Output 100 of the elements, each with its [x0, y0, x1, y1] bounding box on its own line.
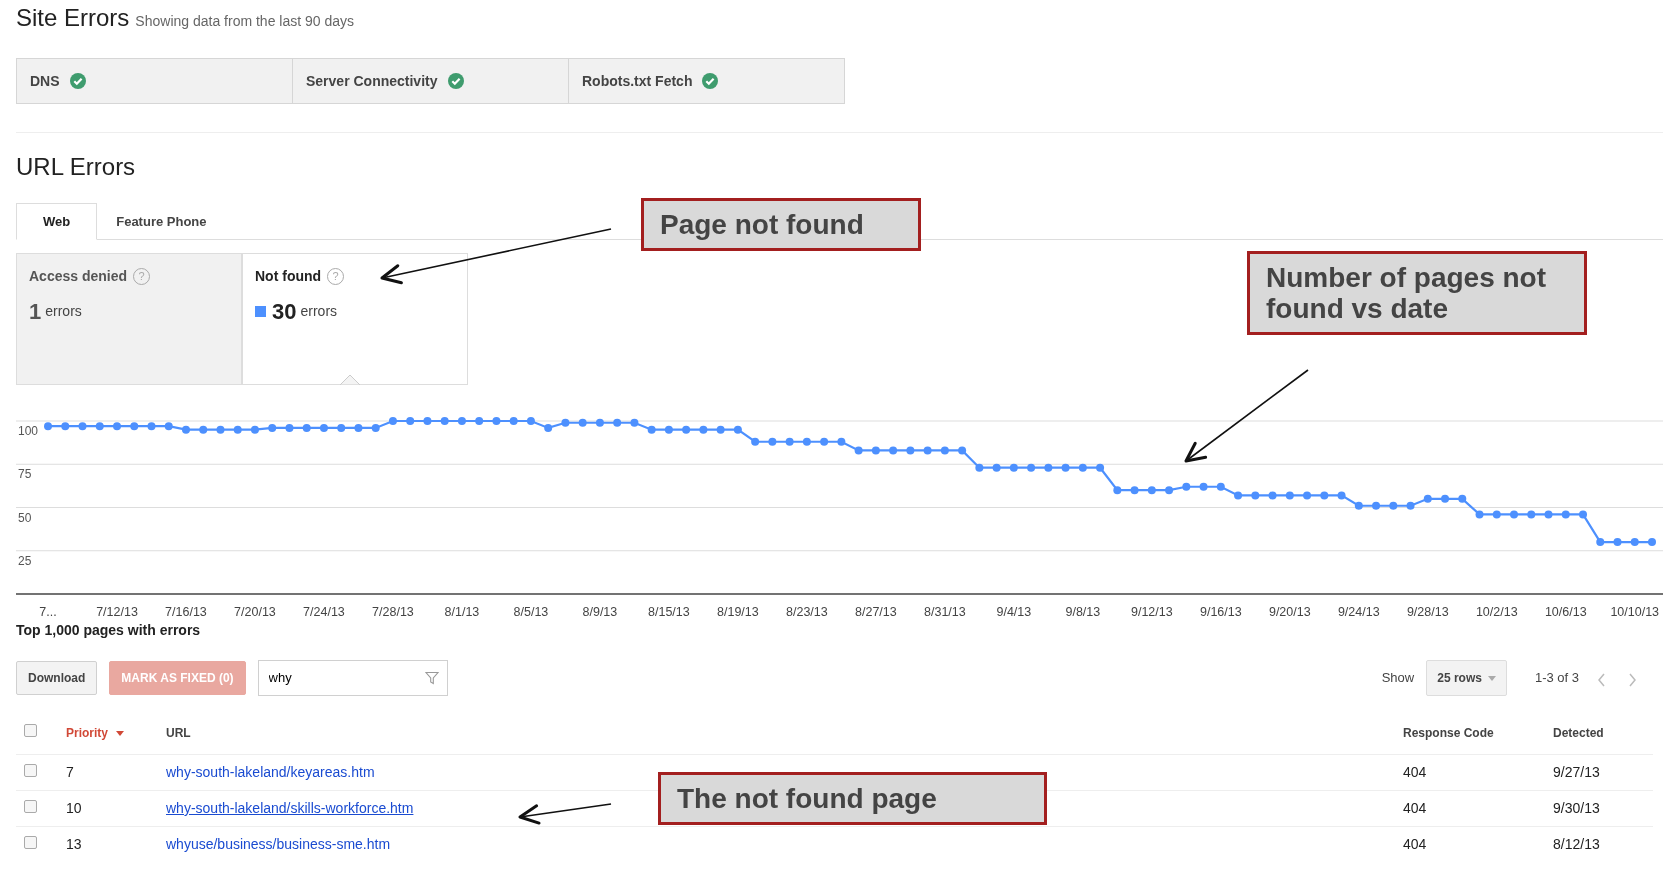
x-tick-label: 8/23/13: [786, 605, 828, 618]
data-point: [544, 423, 553, 432]
x-tick-label: 8/31/13: [924, 605, 966, 618]
data-point: [1061, 463, 1070, 472]
x-tick-label: 7/12/13: [96, 605, 138, 618]
status-label: DNS: [30, 71, 60, 91]
tab[interactable]: Feature Phone: [97, 203, 226, 240]
data-point: [1630, 538, 1639, 547]
checkbox[interactable]: [24, 836, 37, 849]
metric-label: Access denied: [29, 267, 128, 286]
x-tick-label: 10/2/13: [1475, 605, 1518, 618]
rows-dropdown[interactable]: 25 rows: [1426, 660, 1507, 696]
data-point: [1372, 501, 1381, 510]
data-point: [1613, 538, 1622, 547]
data-point: [182, 425, 190, 434]
data-point: [1044, 463, 1053, 472]
data-point: [371, 423, 380, 432]
data-point: [95, 422, 104, 431]
data-point: [440, 417, 449, 425]
data-point: [940, 446, 949, 455]
url-link[interactable]: why-south-lakeland/skills-workforce.htm: [166, 800, 414, 816]
data-point: [1078, 463, 1087, 472]
detected-date: 9/30/13: [1553, 800, 1600, 816]
data-point: [164, 422, 173, 431]
data-point: [768, 437, 777, 446]
data-point: [1147, 486, 1156, 495]
data-point: [647, 425, 656, 434]
data-point: [1165, 486, 1174, 495]
error-count: 1: [29, 298, 42, 326]
data-point: [630, 418, 639, 427]
pointer-notch: [340, 375, 360, 385]
data-point: [423, 417, 432, 425]
filter-icon[interactable]: [424, 671, 439, 685]
column-header[interactable]: Priority: [66, 724, 124, 742]
x-tick-label: 8/27/13: [855, 605, 897, 618]
x-tick-label: 8/5/13: [513, 605, 549, 618]
download-button[interactable]: Download: [16, 661, 98, 695]
data-point: [1251, 491, 1260, 500]
x-tick-label: 9/20/13: [1268, 605, 1311, 618]
column-header[interactable]: Detected: [1553, 726, 1604, 740]
data-point: [1009, 463, 1018, 472]
data-point: [871, 446, 880, 455]
data-point: [147, 422, 156, 431]
data-point: [785, 437, 794, 446]
data-point: [354, 423, 363, 432]
response-code: 404: [1403, 800, 1427, 816]
data-point: [388, 417, 397, 425]
caret-icon: [1487, 675, 1496, 681]
data-point: [1492, 510, 1501, 519]
data-point: [682, 425, 691, 434]
error-count: 30: [272, 298, 297, 326]
y-tick-label: 100: [18, 424, 39, 438]
data-point: [820, 437, 829, 446]
data-point: [1648, 538, 1656, 547]
data-point: [457, 417, 466, 425]
column-header[interactable]: Response Code: [1403, 726, 1494, 740]
page-range: 1-3 of 3: [1534, 669, 1579, 688]
data-point: [889, 446, 898, 455]
data-point: [475, 417, 484, 425]
data-point: [1527, 510, 1536, 519]
x-tick-label: 9/16/13: [1199, 605, 1242, 618]
data-point: [250, 425, 259, 434]
data-point: [61, 422, 70, 431]
url-link[interactable]: why-south-lakeland/keyareas.htm: [166, 764, 375, 780]
x-tick-label: 8/19/13: [717, 605, 759, 618]
x-tick-label: 7/28/13: [372, 605, 414, 618]
data-point: [1199, 482, 1208, 491]
data-point: [526, 417, 535, 425]
x-tick-label: 9/4/13: [996, 605, 1032, 618]
detected-date: 8/12/13: [1553, 836, 1600, 852]
callout-box: Page not found: [641, 198, 921, 251]
x-tick-label: 8/15/13: [648, 605, 690, 618]
metric-label: Not found: [255, 267, 322, 286]
url-link[interactable]: whyuse/business/business-sme.htm: [166, 836, 391, 852]
x-tick-label: 9/8/13: [1065, 605, 1101, 618]
data-point: [319, 423, 328, 432]
data-point: [906, 446, 915, 455]
response-code: 404: [1403, 836, 1427, 852]
data-point: [733, 425, 742, 434]
data-point: [664, 425, 673, 434]
tab[interactable]: Web: [16, 203, 98, 240]
data-point: [975, 463, 984, 472]
data-point: [837, 437, 846, 446]
checkbox[interactable]: [24, 800, 37, 813]
checkbox[interactable]: [24, 724, 37, 737]
column-header[interactable]: URL: [166, 726, 191, 740]
show-label: Show: [1381, 669, 1415, 688]
data-point: [1475, 510, 1484, 519]
filter-box[interactable]: why: [257, 660, 448, 696]
data-point: [199, 425, 208, 434]
callout-box: Number of pages not found vs date: [1247, 251, 1587, 335]
data-point: [854, 446, 863, 455]
chevron-left-icon: [1597, 672, 1605, 687]
x-tick-label: 7...: [39, 605, 57, 618]
data-point: [1458, 494, 1467, 503]
checkbox[interactable]: [24, 764, 37, 777]
status-label: Robots.txt Fetch: [582, 71, 693, 91]
status-label: Server Connectivity: [306, 71, 438, 91]
data-point: [1268, 491, 1277, 500]
caret-icon: [116, 730, 124, 736]
